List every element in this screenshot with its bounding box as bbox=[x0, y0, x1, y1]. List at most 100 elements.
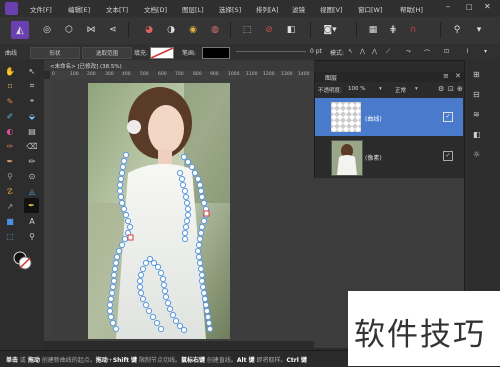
document-tab[interactable]: <未命名> [已修改] (38.5%) bbox=[44, 60, 314, 71]
panel-close-icon[interactable]: ✕ bbox=[455, 72, 461, 80]
layers-tab[interactable]: 图层 bbox=[325, 73, 337, 82]
blur-brush-icon[interactable]: ✏ bbox=[26, 155, 38, 167]
polygon-mode-icon[interactable]: ⋀ bbox=[372, 48, 377, 55]
more-options-icon[interactable]: ▾ bbox=[484, 48, 487, 55]
layer-row-curves[interactable]: (曲线) ✓ bbox=[315, 98, 463, 136]
history-icon[interactable]: ⊟ bbox=[473, 90, 480, 99]
stroke-width-slider[interactable] bbox=[236, 51, 306, 52]
hsl-icon[interactable]: ◍ bbox=[206, 21, 224, 39]
layer-visibility-checkbox[interactable]: ✓ bbox=[443, 112, 453, 122]
red-control-handle[interactable] bbox=[203, 210, 210, 217]
red-eye-icon[interactable]: ⊙ bbox=[26, 170, 38, 182]
break-curve-icon[interactable]: ⌒ bbox=[424, 48, 430, 57]
color-swatches[interactable] bbox=[12, 250, 32, 270]
freehand-selection-icon[interactable]: ⬚ bbox=[4, 230, 16, 242]
maximize-icon[interactable]: □ bbox=[466, 3, 473, 11]
ruler-mark: 400 bbox=[122, 72, 131, 77]
menu-help[interactable]: 帮助[H] bbox=[400, 4, 423, 14]
color-wheel-icon[interactable]: ◕ bbox=[140, 21, 158, 39]
panel-menu-icon[interactable]: ≡ bbox=[443, 72, 449, 80]
export-persona-icon[interactable]: ⋖ bbox=[104, 21, 122, 39]
menu-edit[interactable]: 编辑[E] bbox=[68, 4, 90, 14]
status-text: 或 bbox=[18, 357, 28, 364]
menu-text[interactable]: 文本[T] bbox=[106, 4, 128, 14]
curve-path-overlay[interactable] bbox=[88, 83, 230, 339]
magnet-snapping-icon[interactable]: ∩ bbox=[404, 21, 422, 39]
clone-brush-icon[interactable]: ✒ bbox=[4, 155, 16, 167]
marquee-selection-icon[interactable]: ⬚ bbox=[238, 21, 256, 39]
opacity-dropdown-icon[interactable]: ▾ bbox=[379, 86, 382, 92]
white-balance-icon[interactable]: ◉ bbox=[184, 21, 202, 39]
status-text: 限制节点切线。 bbox=[137, 357, 181, 364]
deselect-icon[interactable]: ⊘ bbox=[260, 21, 278, 39]
fill-swatch[interactable] bbox=[150, 47, 174, 59]
smudge-brush-icon[interactable]: ☡ bbox=[4, 185, 16, 197]
effects-icon[interactable]: ☼ bbox=[473, 150, 480, 159]
tone-mapping-persona-icon[interactable]: ⋈ bbox=[82, 21, 100, 39]
zoom-tool-icon[interactable]: ⚲ bbox=[26, 230, 38, 242]
menu-filters[interactable]: 滤镜 bbox=[292, 4, 305, 14]
snap-options-icon[interactable]: ⋕ bbox=[384, 21, 402, 39]
close-icon[interactable]: ✕ bbox=[484, 2, 491, 11]
flood-select-icon[interactable]: ⌖ bbox=[26, 95, 38, 107]
fill-label: 填充: bbox=[134, 50, 149, 57]
adjustment-icon[interactable]: ◧ bbox=[473, 130, 481, 139]
opacity-value[interactable]: 100 % bbox=[348, 86, 365, 92]
eraser-icon[interactable]: ⌫ bbox=[26, 140, 38, 152]
brushes-icon[interactable]: ⊞ bbox=[473, 70, 480, 79]
text-tool-icon[interactable]: A bbox=[26, 215, 38, 227]
reverse-curve-icon[interactable]: ⌇ bbox=[466, 48, 469, 55]
red-control-handle[interactable] bbox=[127, 234, 134, 241]
invert-selection-icon[interactable]: ◧ bbox=[282, 21, 300, 39]
smart-mode-icon[interactable]: ⋀ bbox=[360, 48, 365, 55]
join-curves-icon[interactable]: ⊡ bbox=[444, 48, 449, 55]
layer-row-pixel[interactable]: (像素) ✓ bbox=[315, 138, 463, 176]
inpainting-icon[interactable]: ⚲ bbox=[4, 170, 16, 182]
view-tool-icon[interactable]: ⌑ bbox=[4, 80, 16, 92]
menu-bar: 文件[F] 编辑[E] 文本[T] 文档[D] 图层[L] 选择[S] 排列[A… bbox=[0, 0, 500, 17]
lock-icon[interactable]: ⊡ bbox=[448, 85, 454, 93]
menu-document[interactable]: 文档[D] bbox=[144, 4, 167, 14]
photo-persona-icon[interactable]: ◭ bbox=[11, 21, 29, 39]
shape-button[interactable]: 形状 bbox=[30, 47, 80, 59]
gradient-tool-icon[interactable]: ▤ bbox=[26, 125, 38, 137]
pen-mode-icon[interactable]: ↖ bbox=[348, 48, 353, 55]
selection-button[interactable]: 选取范围 bbox=[82, 47, 132, 59]
menu-select[interactable]: 选择[S] bbox=[219, 4, 241, 14]
assistant-icon[interactable]: ⚲ bbox=[448, 21, 466, 39]
hand-tool-icon[interactable]: ✋ bbox=[4, 65, 16, 77]
levels-icon[interactable]: ◑ bbox=[162, 21, 180, 39]
sharpen-brush-icon[interactable]: ◬ bbox=[26, 185, 38, 197]
menu-layer[interactable]: 图层[L] bbox=[182, 4, 204, 14]
menu-view[interactable]: 视图[V] bbox=[320, 4, 343, 14]
rectangle-tool-icon[interactable]: ■ bbox=[4, 215, 16, 227]
line-mode-icon[interactable]: ⟋ bbox=[386, 48, 390, 56]
assistant-options-icon[interactable]: ▾ bbox=[470, 21, 488, 39]
color-picker-icon[interactable]: ◐ bbox=[4, 125, 16, 137]
menu-window[interactable]: 窗口[W] bbox=[358, 4, 383, 14]
blend-mode-select[interactable]: 正常 bbox=[395, 86, 406, 94]
liquify-persona-icon[interactable]: ◎ bbox=[38, 21, 56, 39]
node-tool-icon[interactable]: ↗ bbox=[4, 200, 16, 212]
snapping-mode-icon[interactable]: ◙▾ bbox=[318, 21, 342, 39]
selection-brush-icon[interactable]: ✎ bbox=[4, 95, 16, 107]
layer-settings-icon[interactable]: ⚙ bbox=[438, 85, 444, 93]
menu-file[interactable]: 文件[F] bbox=[30, 4, 52, 14]
menu-arrange[interactable]: 排列[A] bbox=[256, 4, 279, 14]
flood-fill-icon[interactable]: ⬙ bbox=[26, 110, 38, 122]
crop-tool-icon[interactable]: ⌗ bbox=[26, 80, 38, 92]
minimize-icon[interactable]: – bbox=[446, 2, 450, 11]
paint-brush-icon[interactable]: ✐ bbox=[4, 110, 16, 122]
pen-tool-icon[interactable]: ✒ bbox=[24, 198, 39, 213]
channels-icon[interactable]: ≋ bbox=[473, 110, 480, 119]
snap-grid-icon[interactable]: ▦ bbox=[364, 21, 382, 39]
move-tool-icon[interactable]: ↖ bbox=[26, 65, 38, 77]
convert-node-icon[interactable]: ⤳ bbox=[406, 48, 411, 56]
layer-visibility-checkbox[interactable]: ✓ bbox=[443, 151, 453, 161]
stroke-width-value[interactable]: 0 pt bbox=[310, 48, 322, 55]
fx-icon[interactable]: ⊕ bbox=[457, 85, 463, 93]
blend-dropdown-icon[interactable]: ▾ bbox=[415, 86, 418, 92]
stroke-swatch[interactable] bbox=[202, 47, 230, 59]
develop-persona-icon[interactable]: ⬡ bbox=[60, 21, 78, 39]
dodge-brush-icon[interactable]: ✑ bbox=[4, 140, 16, 152]
